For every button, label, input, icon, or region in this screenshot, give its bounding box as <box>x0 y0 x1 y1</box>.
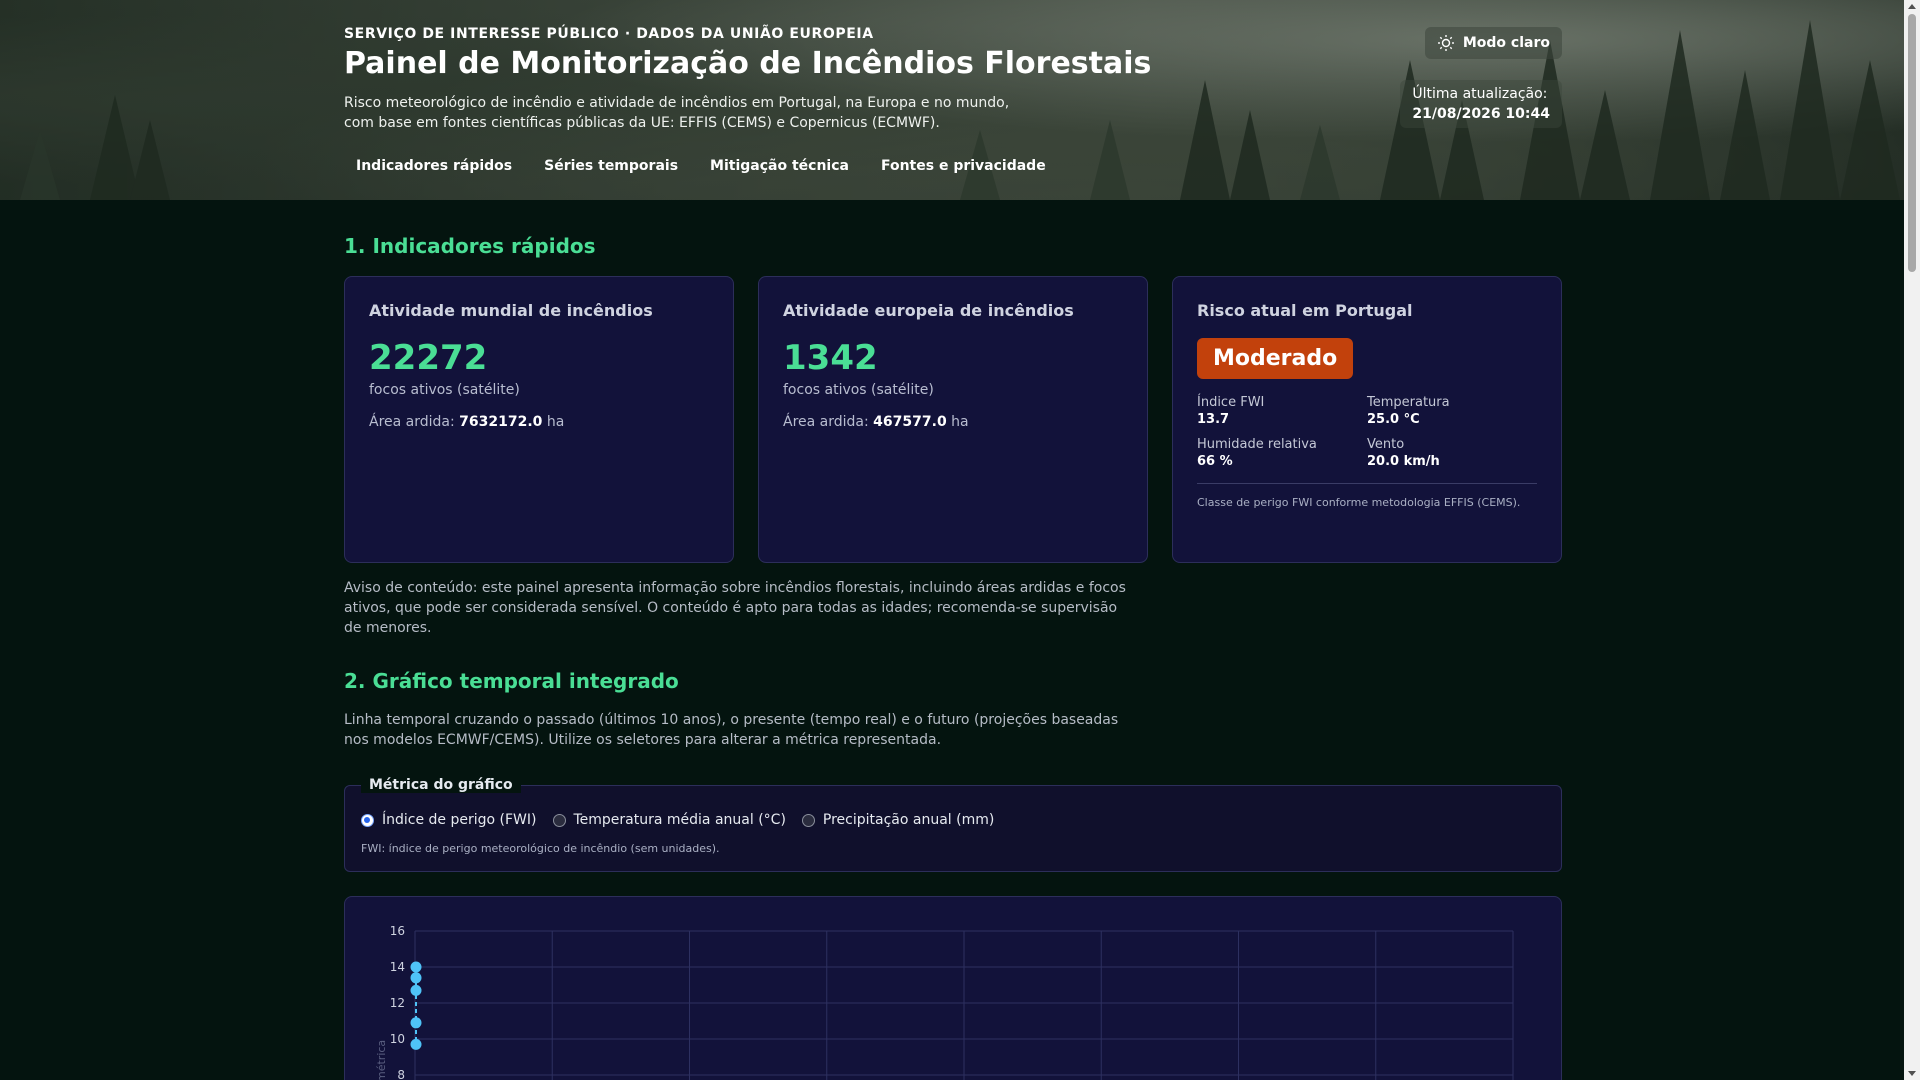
header-content: SERVIÇO DE INTERESSE PÚBLICO · DADOS DA … <box>344 0 1562 200</box>
content-warning: Aviso de conteúdo: este painel apresenta… <box>344 580 1126 636</box>
data-point <box>410 1038 422 1050</box>
section-title-indicators: 1. Indicadores rápidos <box>344 234 596 258</box>
page-subtitle: Risco meteorológico de incêndio e ativid… <box>344 95 1010 131</box>
theme-toggle-label: Modo claro <box>1462 35 1550 51</box>
radio-temperature[interactable]: Temperatura média anual (°C) <box>552 812 786 828</box>
radio-label: Precipitação anual (mm) <box>822 812 995 828</box>
burned-area-label: Área ardida: <box>369 414 455 430</box>
burned-area: Área ardida: 467577.0 ha <box>783 414 1123 430</box>
y-axis-label: métrica <box>375 1040 388 1080</box>
metric-value: 66 % <box>1197 454 1233 469</box>
data-point <box>410 984 422 996</box>
metric-radio-group: Índice de perigo (FWI) Temperatura média… <box>361 812 994 828</box>
fwi-metric: Índice FWI 13.7 <box>1197 395 1367 427</box>
radio-label: Índice de perigo (FWI) <box>382 812 537 828</box>
burned-area-value: 7632172.0 <box>459 414 543 430</box>
metric-value: 13.7 <box>1197 412 1230 427</box>
radio-label: Temperatura média anual (°C) <box>573 812 786 828</box>
main-nav: Indicadores rápidos Séries temporais Mit… <box>344 154 1066 178</box>
world-hotspots-value: 22272 <box>369 338 488 378</box>
metric-value: 20.0 km/h <box>1367 454 1440 469</box>
header-eyebrow: SERVIÇO DE INTERESSE PÚBLICO · DADOS DA … <box>344 26 874 42</box>
radio-fwi[interactable]: Índice de perigo (FWI) <box>361 812 537 828</box>
temperature-metric: Temperatura 25.0 °C <box>1367 395 1537 427</box>
chart-intro: Linha temporal cruzando o passado (últim… <box>344 712 1119 748</box>
world-activity-card: Atividade mundial de incêndios 22272 foc… <box>344 276 734 563</box>
last-updated-value: 21/08/2026 10:44 <box>1412 106 1550 122</box>
y-tick-label: 12 <box>390 996 405 1010</box>
fwi-methodology-note: Classe de perigo FWI conforme metodologi… <box>1197 483 1537 509</box>
card-title: Atividade europeia de incêndios <box>783 301 1074 320</box>
time-series-chart: 16 14 12 10 8 métrica <box>375 924 1514 1080</box>
sun-icon <box>1437 35 1454 51</box>
page-scrollbar[interactable] <box>1904 0 1920 1080</box>
radio-button[interactable] <box>552 813 566 827</box>
nav-link-time-series[interactable]: Séries temporais <box>532 154 690 178</box>
metric-label: Índice FWI <box>1197 395 1265 410</box>
page-header: SERVIÇO DE INTERESSE PÚBLICO · DADOS DA … <box>0 0 1904 200</box>
portugal-risk-card: Risco atual em Portugal Moderado Índice … <box>1172 276 1562 563</box>
burned-area: Área ardida: 7632172.0 ha <box>369 414 709 430</box>
time-series-chart-card: 16 14 12 10 8 métrica <box>344 896 1562 1080</box>
europe-hotspots-value: 1342 <box>783 338 878 378</box>
scrollbar-thumb[interactable] <box>1908 14 1916 272</box>
card-title: Atividade mundial de incêndios <box>369 301 653 320</box>
page-title: Painel de Monitorização de Incêndios Flo… <box>344 46 1152 81</box>
y-tick-label: 10 <box>390 1032 405 1046</box>
radio-precipitation[interactable]: Precipitação anual (mm) <box>801 812 995 828</box>
weather-metrics: Índice FWI 13.7 Temperatura 25.0 °C Humi… <box>1197 395 1537 469</box>
burned-area-label: Área ardida: <box>783 414 869 430</box>
nav-link-quick-indicators[interactable]: Indicadores rápidos <box>344 154 524 178</box>
burned-area-unit: ha <box>546 414 565 430</box>
nav-link-mitigation[interactable]: Mitigação técnica <box>698 154 861 178</box>
radio-button[interactable] <box>801 813 815 827</box>
last-updated-label: Última atualização: <box>1412 86 1548 102</box>
metric-label: Humidade relativa <box>1197 437 1317 452</box>
hotspots-caption: focos ativos (satélite) <box>369 382 520 398</box>
data-point <box>410 972 422 984</box>
hotspots-caption: focos ativos (satélite) <box>783 382 934 398</box>
metric-selector: Métrica do gráfico Índice de perigo (FWI… <box>344 777 1562 872</box>
metric-label: Temperatura <box>1367 395 1450 410</box>
risk-level-badge: Moderado <box>1197 338 1354 379</box>
y-tick-label: 14 <box>390 960 405 974</box>
nav-link-sources[interactable]: Fontes e privacidade <box>869 154 1058 178</box>
metric-selector-legend: Métrica do gráfico <box>361 777 521 793</box>
humidity-metric: Humidade relativa 66 % <box>1197 437 1367 469</box>
data-point <box>410 1017 422 1029</box>
data-point <box>410 961 422 973</box>
last-updated: Última atualização: 21/08/2026 10:44 <box>1400 80 1562 128</box>
card-title: Risco atual em Portugal <box>1197 301 1413 320</box>
scroll-down-arrow-icon[interactable] <box>1908 1071 1916 1076</box>
metric-value: 25.0 °C <box>1367 412 1420 427</box>
burned-area-value: 467577.0 <box>873 414 947 430</box>
europe-activity-card: Atividade europeia de incêndios 1342 foc… <box>758 276 1148 563</box>
scroll-up-arrow-icon[interactable] <box>1908 4 1916 9</box>
y-tick-label: 8 <box>397 1068 405 1080</box>
theme-toggle-button[interactable]: Modo claro <box>1424 27 1562 59</box>
metric-label: Vento <box>1367 437 1405 452</box>
burned-area-unit: ha <box>951 414 969 430</box>
metric-note: FWI: índice de perigo meteorológico de i… <box>361 842 720 855</box>
wind-metric: Vento 20.0 km/h <box>1367 437 1537 469</box>
y-tick-label: 16 <box>390 924 405 938</box>
section-title-chart: 2. Gráfico temporal integrado <box>344 669 679 693</box>
radio-button-checked[interactable] <box>361 813 374 827</box>
